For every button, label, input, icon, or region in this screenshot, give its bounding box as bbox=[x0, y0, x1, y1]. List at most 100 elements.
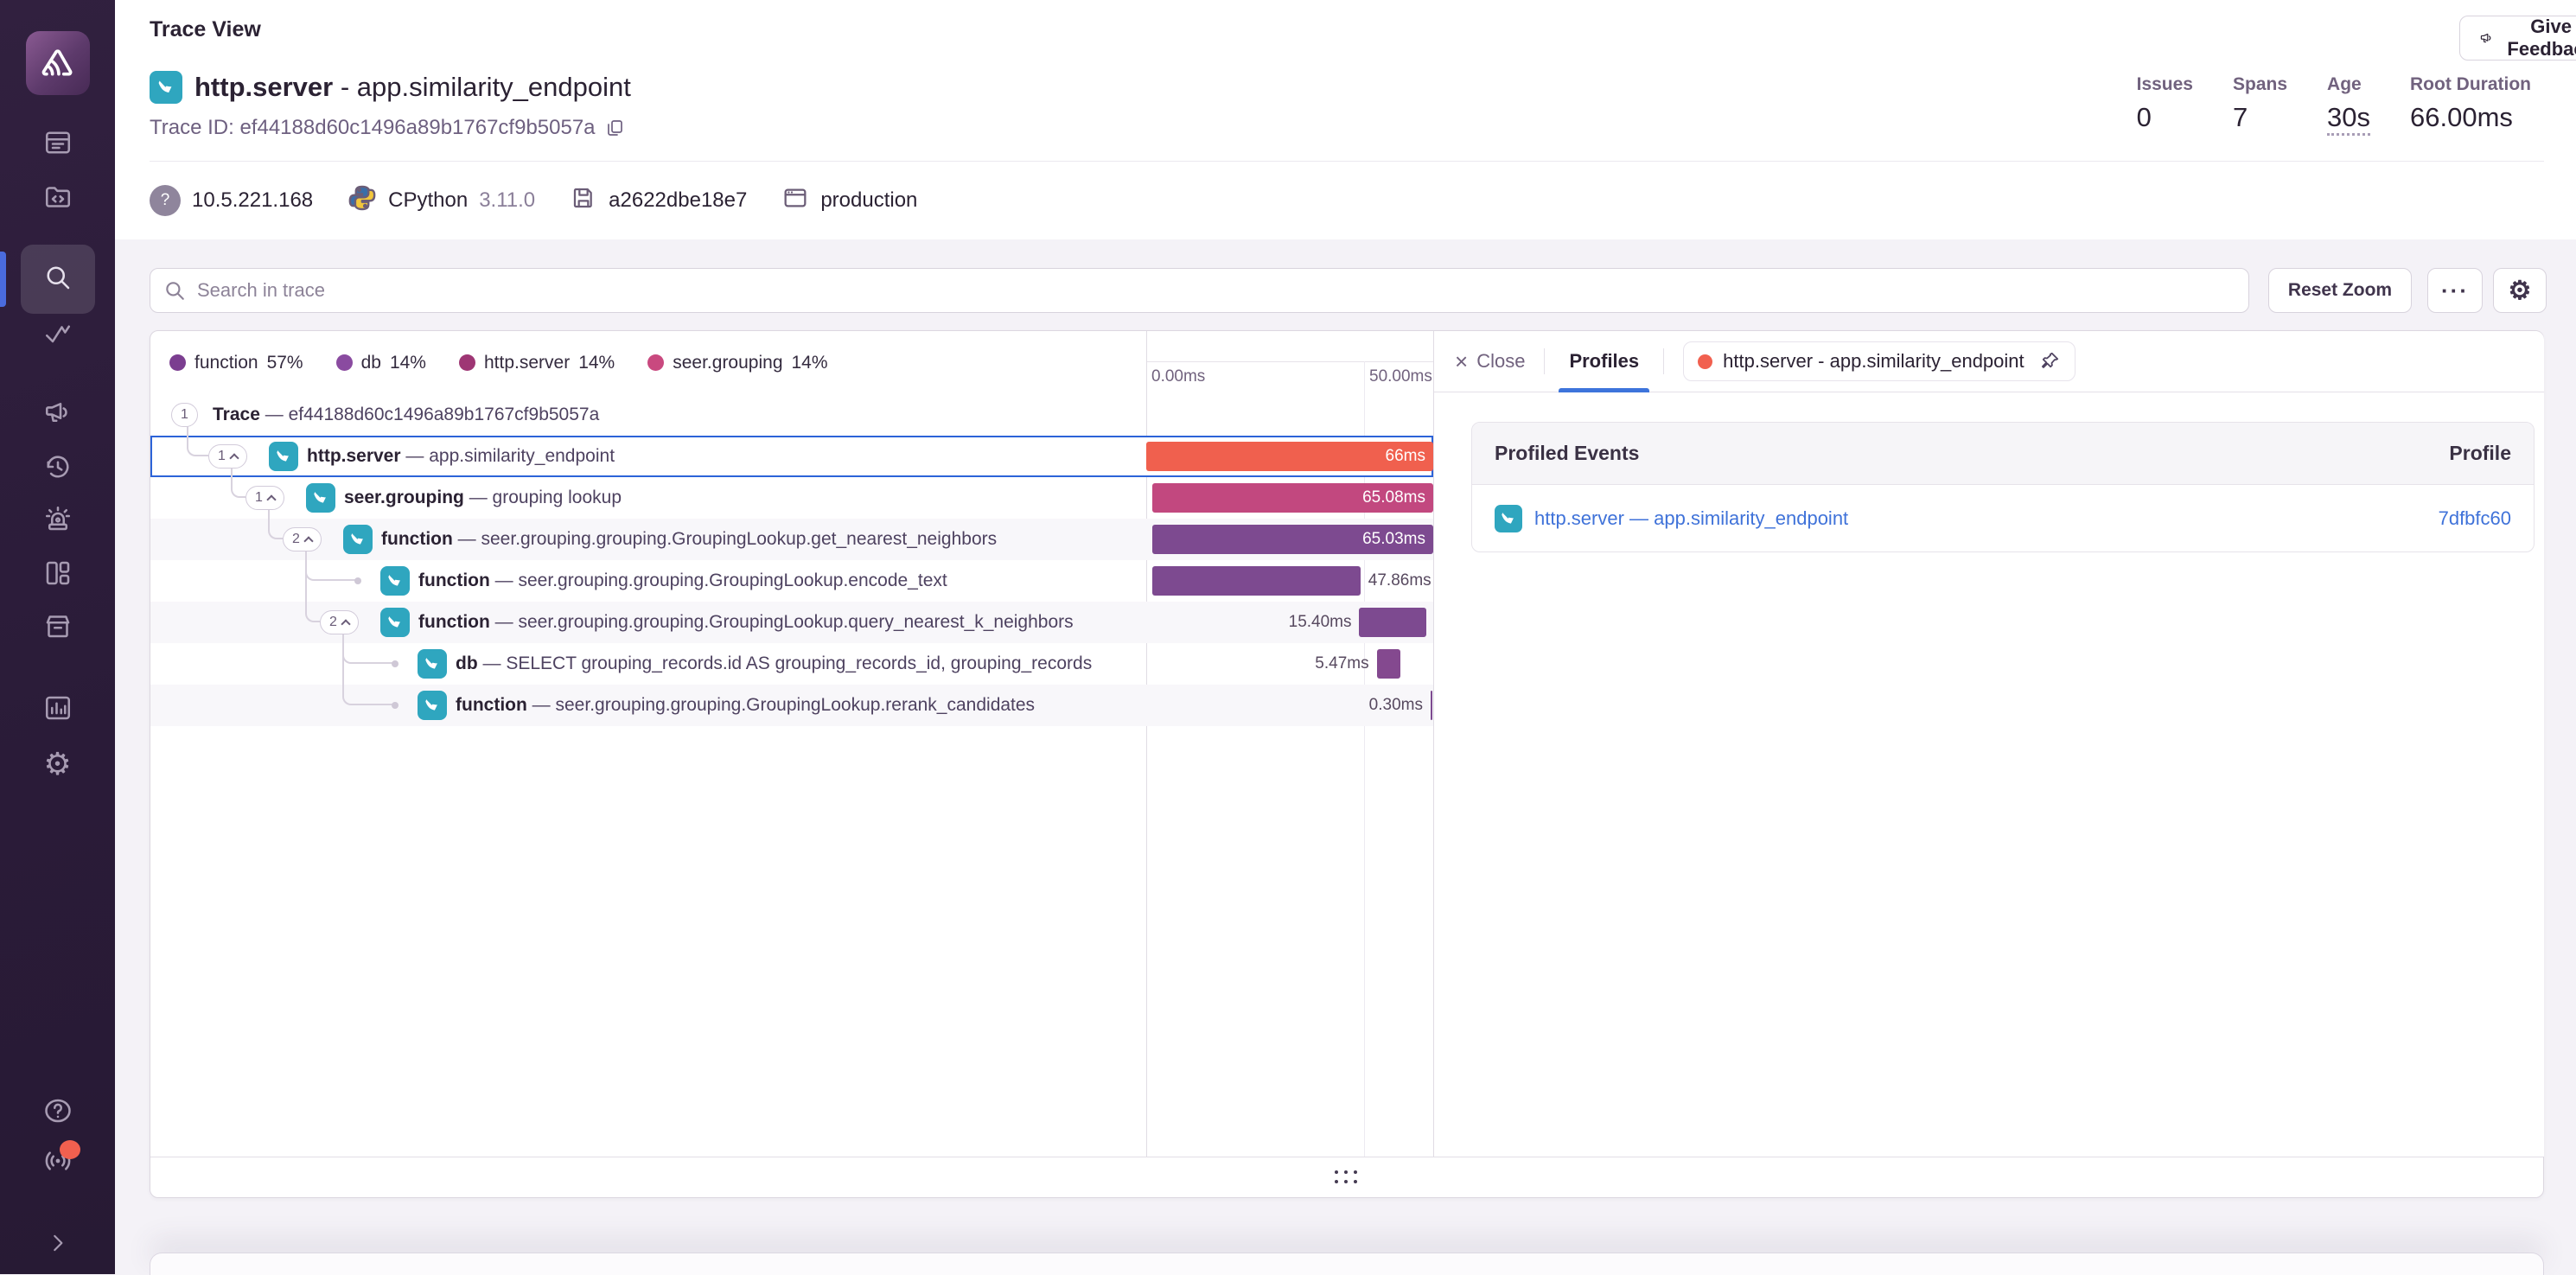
legend-item-http.server[interactable]: http.server14% bbox=[459, 353, 615, 373]
span-duration-bar[interactable] bbox=[1377, 649, 1401, 679]
sidebar-item-explore[interactable] bbox=[28, 172, 88, 226]
children-count-badge[interactable]: 1 bbox=[245, 486, 284, 510]
sidebar-item-metrics[interactable] bbox=[28, 309, 88, 362]
stat-spans: Spans7 bbox=[2233, 74, 2287, 136]
children-count-badge[interactable]: 1 bbox=[208, 444, 247, 469]
chevron-up-icon bbox=[341, 619, 350, 628]
profile-id-link[interactable]: 7dfbfc60 bbox=[2439, 507, 2511, 530]
tree-leaf-dot bbox=[392, 660, 399, 667]
meta-text: a2622dbe18e7 bbox=[609, 188, 747, 213]
children-count-badge[interactable]: 1 bbox=[171, 403, 198, 427]
releases-icon bbox=[42, 610, 73, 646]
expand-icon bbox=[45, 1230, 71, 1260]
span-duration-bar[interactable] bbox=[1359, 608, 1425, 637]
unknown-icon: ? bbox=[150, 185, 181, 216]
sidebar-item-replays[interactable] bbox=[28, 442, 88, 495]
pin-tab-button[interactable] bbox=[2038, 350, 2061, 373]
stat-root-duration: Root Duration66.00ms bbox=[2410, 74, 2531, 136]
stat-label: Age bbox=[2327, 74, 2362, 95]
sidebar-item-broadcast[interactable] bbox=[28, 1136, 88, 1189]
sidebar-item-settings[interactable]: ⚙ bbox=[28, 737, 88, 791]
legend-item-function[interactable]: function57% bbox=[169, 353, 303, 373]
notification-badge bbox=[60, 1140, 80, 1159]
legend-pct: 14% bbox=[390, 353, 426, 373]
span-timeline-cell: 65.08ms bbox=[1146, 477, 1433, 519]
profiled-event-row: http.server — app.similarity_endpoint 7df… bbox=[1472, 485, 2534, 551]
badge-count: 1 bbox=[181, 407, 188, 423]
span-op: function bbox=[456, 695, 527, 715]
meta-item-python[interactable]: CPython3.11.0 bbox=[348, 183, 535, 219]
broadcast-icon bbox=[42, 1145, 73, 1181]
span-row-seer.grouping[interactable]: 1seer.grouping — grouping lookup65.08ms bbox=[150, 477, 1433, 519]
explore-icon bbox=[42, 182, 73, 217]
span-row-function[interactable]: 2function — seer.grouping.grouping.Group… bbox=[150, 602, 1433, 643]
more-options-button[interactable]: ··· bbox=[2427, 268, 2483, 313]
sidebar-item-releases[interactable] bbox=[28, 601, 88, 654]
sidebar-item-search[interactable] bbox=[21, 245, 95, 314]
alerts-icon bbox=[42, 503, 73, 539]
span-duration-bar[interactable] bbox=[1152, 566, 1361, 596]
col-profile: Profile bbox=[2449, 442, 2511, 465]
stat-value: 66.00ms bbox=[2410, 102, 2513, 133]
selected-span-pill[interactable]: http.server - app.similarity_endpoint bbox=[1683, 341, 2075, 381]
profile-platform-icon bbox=[150, 71, 182, 104]
sidebar-item-issues[interactable] bbox=[28, 118, 88, 171]
stat-value[interactable]: 30s bbox=[2327, 102, 2370, 136]
meta-item-unknown[interactable]: ?10.5.221.168 bbox=[150, 185, 313, 216]
span-sep: — bbox=[405, 446, 424, 466]
children-count-badge[interactable]: 2 bbox=[283, 527, 322, 551]
reset-zoom-button[interactable]: Reset Zoom bbox=[2268, 268, 2412, 313]
tree-connector-line bbox=[305, 560, 307, 602]
span-description: seer.grouping.grouping.GroupingLookup.re… bbox=[556, 695, 1036, 715]
meta-sub: 3.11.0 bbox=[479, 188, 535, 213]
page-header: Trace View http.server - app.similarity_… bbox=[115, 0, 2576, 239]
tree-leaf-dot bbox=[354, 577, 361, 584]
span-row-function[interactable]: function — seer.grouping.grouping.Groupi… bbox=[150, 685, 1433, 726]
sidebar-item-feedback[interactable] bbox=[28, 387, 88, 441]
bottom-drawer[interactable] bbox=[150, 1253, 2544, 1275]
span-row-function[interactable]: 2 function — seer.grouping.grouping.Group… bbox=[150, 519, 1433, 560]
meta-item-window[interactable]: production bbox=[781, 184, 917, 218]
span-row-text: function — seer.grouping.grouping.Groupi… bbox=[381, 519, 1141, 560]
span-op: function bbox=[418, 612, 490, 632]
span-timeline-cell bbox=[1146, 394, 1433, 436]
sidebar-item-help[interactable] bbox=[28, 1086, 88, 1139]
trace-waterfall-container: function57% db14% http.server14% seer.group… bbox=[150, 330, 2544, 1198]
tab-profiles[interactable]: Profiles bbox=[1564, 331, 1644, 392]
legend-pct: 14% bbox=[792, 353, 828, 373]
sidebar-item-insights[interactable] bbox=[28, 683, 88, 736]
children-count-badge[interactable]: 2 bbox=[320, 610, 359, 634]
trace-settings-button[interactable]: ⚙ bbox=[2493, 268, 2547, 313]
span-row-http.server[interactable]: 1http.server — app.similarity_endpoint66… bbox=[150, 436, 1433, 477]
span-row-text: db — SELECT grouping_records.id AS group… bbox=[456, 643, 1141, 685]
search-input[interactable] bbox=[150, 268, 2249, 313]
sentry-logo[interactable] bbox=[26, 31, 90, 95]
close-icon: × bbox=[1455, 350, 1468, 373]
sidebar-item-dashboards[interactable] bbox=[28, 548, 88, 602]
sidebar-item-expand[interactable] bbox=[28, 1218, 88, 1272]
span-row-function[interactable]: function — seer.grouping.grouping.Groupi… bbox=[150, 560, 1433, 602]
tree-connector bbox=[342, 642, 395, 664]
span-duration-bar[interactable] bbox=[1431, 691, 1432, 720]
trace-id: Trace ID: ef44188d60c1496a89b1767cf9b505… bbox=[150, 116, 625, 140]
tree-connector bbox=[305, 601, 320, 622]
legend-item-seer.grouping[interactable]: seer.grouping 14% bbox=[647, 353, 827, 373]
span-op: function bbox=[418, 571, 490, 590]
meta-item-disk[interactable]: a2622dbe18e7 bbox=[570, 184, 747, 218]
span-row-db[interactable]: db — SELECT grouping_records.id AS group… bbox=[150, 643, 1433, 685]
active-nav-indicator bbox=[0, 252, 6, 307]
trace-root-row[interactable]: 1Trace — ef44188d60c1496a89b1767cf9b5057… bbox=[150, 394, 1433, 436]
dashboards-icon bbox=[42, 558, 73, 593]
legend-label: seer.grouping bbox=[673, 353, 782, 373]
copy-icon[interactable] bbox=[604, 118, 625, 138]
span-timeline-cell: 47.86ms bbox=[1146, 560, 1433, 602]
give-feedback-button[interactable]: Give Feedback bbox=[2459, 16, 2576, 61]
profiled-event-link[interactable]: http.server — app.similarity_endpoint bbox=[1495, 505, 1848, 532]
legend-item-db[interactable]: db14% bbox=[336, 353, 426, 373]
panel-resize-handle[interactable] bbox=[150, 1157, 2543, 1197]
span-platform-icon bbox=[418, 691, 447, 720]
timeline-tick-50: 50.00ms bbox=[1369, 367, 1432, 386]
sidebar-item-alerts[interactable] bbox=[28, 494, 88, 547]
close-panel-button[interactable]: × Close bbox=[1455, 350, 1525, 373]
help-icon bbox=[42, 1095, 73, 1131]
